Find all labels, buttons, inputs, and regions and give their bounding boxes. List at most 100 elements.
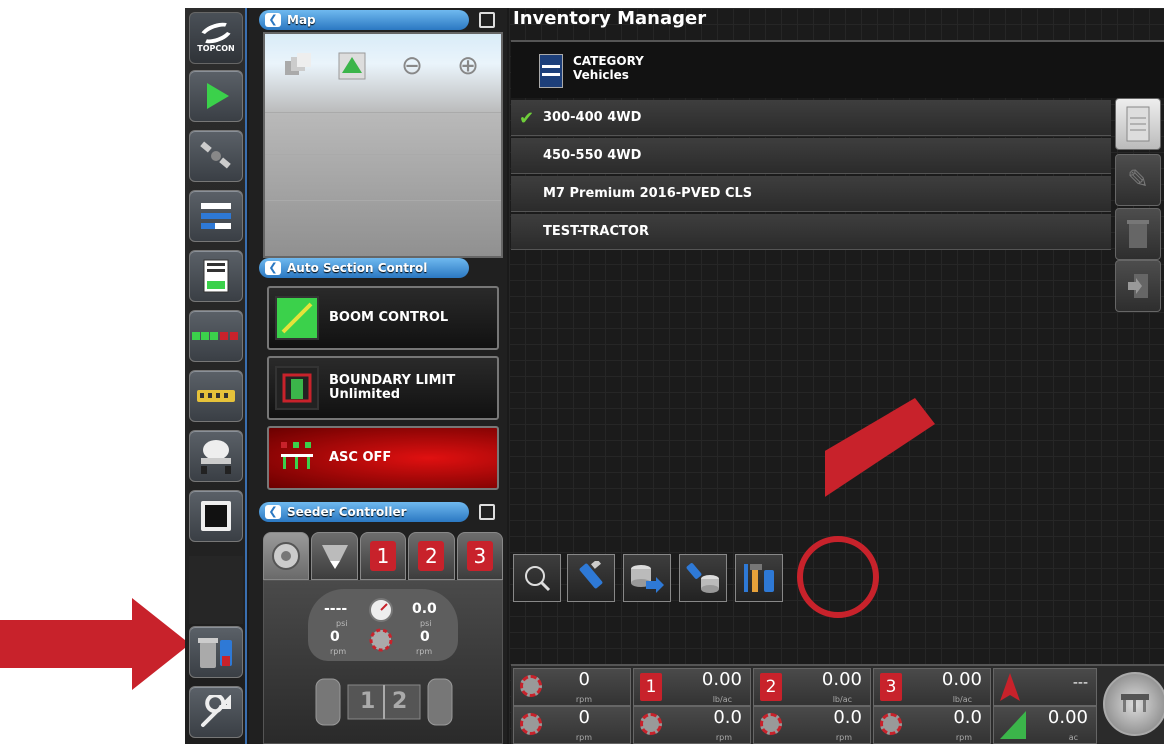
fan-icon (272, 542, 301, 570)
screen-icon (201, 501, 231, 531)
area-icon (1000, 711, 1026, 739)
rate3-cell[interactable]: 3 0.00 lb/ac (873, 668, 991, 706)
navigation-button[interactable] (189, 70, 243, 122)
usb-import-button[interactable] (567, 554, 615, 602)
tools-icon (744, 564, 774, 592)
zoom-out-button[interactable]: ⊖ (391, 46, 433, 86)
asc-panel-header[interactable]: ❮ Auto Section Control (259, 258, 469, 278)
screen-button[interactable] (189, 490, 243, 542)
shaft2-unit: rpm (835, 733, 852, 742)
boundary-limit-value: Unlimited (329, 387, 401, 402)
heading-cell[interactable]: --- (993, 668, 1097, 706)
tab-meter-2[interactable]: 2 (408, 532, 455, 580)
usb-to-database-icon (686, 563, 719, 593)
master-switch-button[interactable] (1103, 672, 1164, 736)
usb-to-database-button[interactable] (679, 554, 727, 602)
fan2-cell[interactable]: 0 rpm (513, 706, 631, 744)
tab-fan[interactable] (263, 532, 310, 580)
database-transfer-button[interactable] (623, 554, 671, 602)
boundary-limit-button[interactable]: BOUNDARY LIMIT Unlimited (267, 356, 499, 420)
shaft1-cell[interactable]: 0.0 rpm (633, 706, 751, 744)
fan-left-value: 0 (330, 629, 340, 645)
seeder-panel-header[interactable]: ❮ Seeder Controller (259, 502, 469, 522)
meter-gear-icon (880, 713, 902, 735)
rate3-unit: lb/ac (952, 695, 972, 704)
database-transfer-icon (631, 565, 664, 593)
layers-button[interactable] (189, 190, 243, 242)
zoom-in-button[interactable]: ⊕ (447, 46, 489, 86)
rate2-cell[interactable]: 2 0.00 lb/ac (753, 668, 871, 706)
undock-icon[interactable] (479, 12, 495, 28)
list-view-button[interactable] (1115, 98, 1161, 150)
section-2-label: 2 (392, 689, 408, 714)
list-item[interactable]: ✔ 300-400 4WD (511, 100, 1111, 136)
map-panel-header[interactable]: ❮ Map (259, 10, 469, 30)
device-screen: TOPCON ❮ Map ⊖ ⊕ ❮ Auto Section Control … (185, 8, 1164, 744)
pencil-icon: ✎ (1127, 165, 1149, 195)
export-icon (1128, 274, 1148, 298)
settings-button[interactable] (189, 686, 243, 738)
sections-button[interactable] (189, 310, 243, 362)
delete-button[interactable] (1115, 208, 1161, 260)
fan1-value: 0 (578, 669, 590, 690)
category-value: Vehicles (573, 68, 629, 82)
vehicle-button[interactable] (189, 430, 243, 482)
play-arrow-icon (207, 83, 229, 109)
annotation-arrow-diagonal (825, 398, 935, 497)
page-title: Inventory Manager (513, 8, 707, 29)
satellite-button[interactable] (189, 130, 243, 182)
undock-icon[interactable] (479, 504, 495, 520)
category-list-icon (539, 54, 563, 88)
layers-3d-button[interactable] (277, 46, 319, 86)
icon-rail: TOPCON (185, 8, 247, 744)
pressure-right-unit: psi (420, 619, 432, 628)
seeder-tabs: 1 2 3 (263, 532, 504, 580)
rate2-value: 0.00 (821, 669, 862, 690)
fan-right-unit: rpm (416, 647, 433, 656)
fan-gauge-icon (520, 713, 542, 735)
rate1-cell[interactable]: 1 0.00 lb/ac (633, 668, 751, 706)
seeder-panel-title: Seeder Controller (287, 505, 407, 519)
side-panels: ❮ Map ⊖ ⊕ ❮ Auto Section Control BOOM CO… (249, 8, 507, 744)
list-item[interactable]: TEST-TRACTOR (511, 214, 1111, 250)
tools-button[interactable] (735, 554, 783, 602)
sections-icon (192, 332, 238, 340)
category-selector[interactable]: CATEGORY Vehicles (511, 40, 1164, 98)
inventory-button[interactable] (189, 626, 243, 678)
mini-map[interactable]: ⊖ ⊕ (263, 32, 503, 258)
list-icon (1126, 106, 1150, 142)
annotation-arrow-left (0, 598, 190, 690)
annotation-circle (797, 536, 879, 618)
edit-button[interactable]: ✎ (1115, 154, 1161, 206)
zoom-out-icon: ⊖ (401, 51, 423, 81)
boom-control-button[interactable]: BOOM CONTROL (267, 286, 499, 350)
fan1-cell[interactable]: 0 rpm (513, 668, 631, 706)
export-button[interactable] (1115, 260, 1161, 312)
tab-meter-3[interactable]: 3 (456, 532, 504, 580)
layers-icon (201, 203, 231, 229)
map-view-button[interactable] (331, 46, 373, 86)
pressure-gauge-icon (369, 598, 393, 622)
shaft2-cell[interactable]: 0.0 rpm (753, 706, 871, 744)
boom-control-icon (275, 296, 319, 340)
search-icon (525, 566, 551, 592)
shaft3-cell[interactable]: 0.0 rpm (873, 706, 991, 744)
zoom-in-icon: ⊕ (457, 51, 479, 81)
fan-gauge-icon (520, 675, 542, 697)
fan-speed-icon (369, 628, 393, 652)
tab-hopper[interactable] (311, 532, 358, 580)
hopper-icon (321, 545, 348, 569)
sprayer-icon (275, 436, 319, 480)
asc-panel-title: Auto Section Control (287, 261, 428, 275)
area-cell[interactable]: 0.00 ac (993, 706, 1097, 744)
list-item[interactable]: M7 Premium 2016-PVED CLS (511, 176, 1111, 212)
section-1-label: 1 (360, 689, 376, 714)
search-button[interactable] (513, 554, 561, 602)
fan2-value: 0 (578, 707, 590, 728)
list-item[interactable]: 450-550 4WD (511, 138, 1111, 174)
implement-button[interactable] (189, 370, 243, 422)
shaft3-unit: rpm (955, 733, 972, 742)
asc-off-button[interactable]: ASC OFF (267, 426, 499, 490)
tab-meter-1[interactable]: 1 (359, 532, 407, 580)
report-button[interactable] (189, 250, 243, 302)
